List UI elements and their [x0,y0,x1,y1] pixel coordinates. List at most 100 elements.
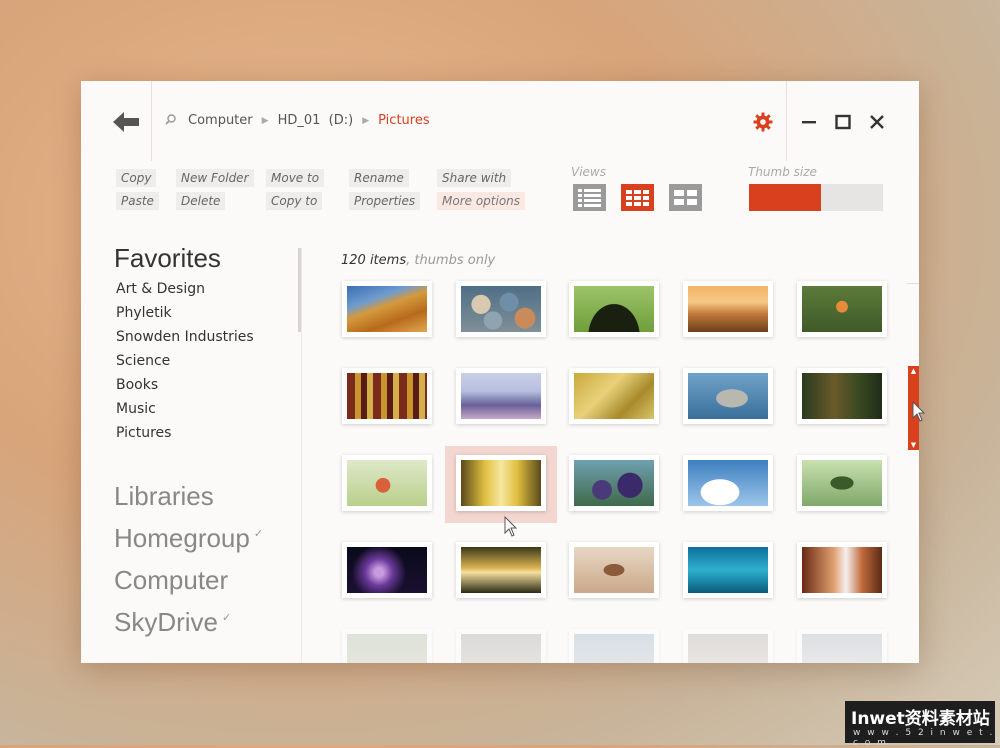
thumbnail-faded-3[interactable] [569,629,659,663]
thumbnail-image [688,634,768,663]
watermark-url: w w w . 5 2 i n w e t . c o m [853,728,995,748]
nav-skydrive-label: SkyDrive [114,607,219,637]
maximize-icon[interactable] [832,111,854,133]
thumbnail-pebbles[interactable] [456,281,546,337]
thumbnail-peach[interactable] [342,455,432,511]
more-options-button[interactable]: More options [437,192,526,210]
check-icon: ✓ [253,528,264,540]
scroll-up-icon[interactable]: ▲ [908,367,919,375]
nav-homegroup-label: Homegroup [114,523,250,553]
thumbnail-image [347,547,427,593]
thumbnail-grapes[interactable] [569,455,659,511]
sidebar-divider [301,248,302,663]
thumbnail-sky-clouds[interactable] [683,455,773,511]
thumbnail-image [802,373,882,419]
thumb-size-label: Thumb size [748,165,817,179]
copy-to-button[interactable]: Copy to [266,192,323,210]
nav-libraries-label: Libraries [114,481,214,511]
views-label: Views [571,165,606,179]
thumbnail-image [574,373,654,419]
nav-libraries[interactable]: Libraries [114,481,214,512]
close-icon[interactable] [866,111,888,133]
thumbnail-deer-forest[interactable] [797,368,887,424]
item-count-number: 120 items [341,253,407,268]
item-count-suffix: , thumbs only [406,253,496,268]
thumbnail-autumn-avenue[interactable] [456,455,546,511]
scroll-track-marker [907,283,919,284]
thumbnail-image [574,547,654,593]
thumbnail-birds-silhouette[interactable] [569,281,659,337]
thumbnail-wheat[interactable] [342,281,432,337]
thumbnail-chameleon[interactable] [797,455,887,511]
thumbs-view-icon[interactable] [621,184,654,211]
check-icon: ✓ [222,612,232,624]
thumbnail-forest-sunset[interactable] [456,542,546,598]
thumbnail-sunset-lake[interactable] [683,281,773,337]
thumbnail-grass[interactable] [569,368,659,424]
thumbnail-corn[interactable] [342,368,432,424]
scroll-down-icon[interactable]: ▼ [908,441,919,449]
breadcrumb-drive[interactable]: HD_01 (D:) [278,113,354,128]
nav-computer-label: Computer [114,565,229,595]
explorer-window: Computer ▶ HD_01 (D:) ▶ Pictures Copy Pa… [81,81,919,663]
sidebar-item-music[interactable]: Music [116,401,156,417]
mouse-pointer-icon [504,516,518,537]
thumbnail-mandarin-duck[interactable] [797,281,887,337]
thumbnail-faded-2[interactable] [456,629,546,663]
breadcrumb-computer[interactable]: Computer [188,113,253,128]
tiles-view-icon[interactable] [669,184,702,211]
item-count: 120 items, thumbs only [341,253,495,268]
thumbnail-image [802,460,882,506]
gear-icon[interactable] [752,111,774,133]
sidebar-item-snowden[interactable]: Snowden Industries [116,329,254,345]
thumbnail-image [461,373,541,419]
thumbnail-image [574,634,654,663]
sidebar-item-phyletik[interactable]: Phyletik [116,305,172,321]
minimize-icon[interactable] [798,111,820,133]
delete-button[interactable]: Delete [176,192,226,210]
new-folder-button[interactable]: New Folder [176,169,254,187]
properties-button[interactable]: Properties [349,192,421,210]
thumbnail-mountain-lake[interactable] [456,368,546,424]
thumbnail-nebula[interactable] [342,542,432,598]
nav-homegroup[interactable]: Homegroup ✓ [114,523,263,554]
rename-button[interactable]: Rename [349,169,409,187]
thumbnail-image [574,286,654,332]
sidebar-item-science[interactable]: Science [116,353,170,369]
thumbnail-sparrow[interactable] [569,542,659,598]
mouse-pointer-icon [912,401,926,422]
favorites-heading: Favorites [114,243,221,273]
thumbnail-autumn-road[interactable] [797,542,887,598]
thumbnail-image [347,373,427,419]
thumbnail-faded-4[interactable] [683,629,773,663]
thumbnail-image [461,460,541,506]
thumbnail-faded-5[interactable] [797,629,887,663]
nav-computer[interactable]: Computer [114,565,228,596]
search-icon[interactable] [165,113,176,128]
back-arrow-icon[interactable] [113,111,141,133]
list-view-icon[interactable] [573,184,606,211]
sidebar-item-books[interactable]: Books [116,377,158,393]
thumbnail-underwater[interactable] [683,542,773,598]
thumbnail-seal[interactable] [683,368,773,424]
chevron-right-icon: ▶ [261,115,269,126]
thumbnail-image [802,547,882,593]
sidebar-item-art-design[interactable]: Art & Design [116,281,205,297]
thumb-size-slider[interactable] [749,184,883,211]
thumbnail-image [347,286,427,332]
thumbnail-faded-1[interactable] [342,629,432,663]
watermark-title: Inwet资料素材站 [851,709,990,729]
thumbnail-image [574,460,654,506]
breadcrumb: Computer ▶ HD_01 (D:) ▶ Pictures [165,113,430,128]
share-with-button[interactable]: Share with [437,169,512,187]
nav-skydrive[interactable]: SkyDrive ✓ [114,607,231,638]
thumbnail-image [461,547,541,593]
copy-button[interactable]: Copy [116,169,157,187]
sidebar-item-pictures[interactable]: Pictures [116,425,171,441]
move-to-button[interactable]: Move to [266,169,325,187]
paste-button[interactable]: Paste [116,192,159,210]
thumbnail-image [688,547,768,593]
breadcrumb-pictures[interactable]: Pictures [378,113,429,128]
thumbnail-image [347,634,427,663]
controls-divider [786,81,787,161]
